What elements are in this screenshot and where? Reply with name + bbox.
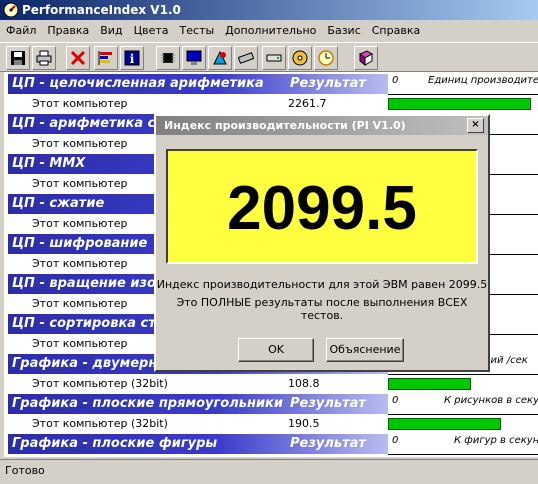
- chip-icon: [161, 53, 175, 63]
- status-bar: Готово: [0, 459, 538, 484]
- completeness-message: Это ПОЛНЫЕ результаты после выполнения В…: [176, 296, 468, 322]
- index-display: 2099.5: [166, 149, 478, 264]
- scale-unit: К рисунков в секу: [444, 395, 538, 406]
- status-text: Готово: [5, 464, 45, 477]
- info-icon: i: [124, 50, 140, 66]
- computer-label: Этот компьютер: [32, 257, 128, 270]
- explanation-button[interactable]: Объяснение: [326, 338, 404, 362]
- dialog-title-bar: Индекс производительности (PI V1.0) ×: [156, 116, 488, 135]
- scale-zero: 0: [392, 75, 399, 86]
- menu-file[interactable]: Файл: [0, 21, 41, 37]
- delete-icon: [70, 50, 86, 66]
- test-header-int: ЦП - целочисленная арифметика Результат: [8, 74, 388, 94]
- save-icon: [11, 51, 25, 65]
- test-title: ЦП - сжатие: [12, 196, 105, 211]
- list-item[interactable]: Этот компьютер (32bit) 190.5: [8, 414, 538, 434]
- graphics-3d-button[interactable]: [208, 46, 232, 70]
- test-header-shapes: Графика - плоские фигуры Результат: [8, 434, 388, 454]
- menu-edit[interactable]: Правка: [41, 21, 94, 37]
- clock-icon: [318, 50, 334, 66]
- disk-test-button[interactable]: [262, 46, 286, 70]
- menu-bar: Файл Правка Вид Цвета Тесты Дополнительно Бази…: [0, 21, 538, 40]
- test-header-rectangles: Графика - плоские прямоугольники Результа…: [8, 394, 388, 414]
- test-title: Графика - плоские фигуры: [12, 436, 218, 451]
- monitor-icon: [186, 50, 202, 65]
- result-label: Результат: [290, 76, 366, 91]
- help-book-button[interactable]: [354, 46, 378, 70]
- cpu-test-button[interactable]: [156, 46, 180, 70]
- dialog-title: Индекс производительности (PI V1.0): [164, 119, 406, 132]
- graphics-icon: [213, 50, 227, 65]
- list-item[interactable]: Этот компьютер 2261.7: [8, 94, 538, 114]
- cd-icon: [292, 50, 308, 66]
- menu-tests[interactable]: Тесты: [174, 21, 220, 37]
- scale-shapes: 0 К фигур в секунд: [388, 434, 538, 455]
- chart-icon: [98, 51, 112, 65]
- memory-icon: [238, 52, 254, 64]
- scale-unit: К фигур в секунд: [454, 435, 538, 446]
- computer-label: Этот компьютер: [32, 217, 128, 230]
- menu-view[interactable]: Вид: [94, 21, 127, 37]
- list-item[interactable]: Этот компьютер (32bit) 108.8: [8, 374, 538, 394]
- test-title: ЦП - целочисленная арифметика: [12, 76, 264, 91]
- menu-baseline[interactable]: Базис: [321, 21, 365, 37]
- test-title: ЦП - шифрование: [12, 236, 148, 251]
- result-value: 190.5: [288, 417, 320, 430]
- computer-label: Этот компьютер: [32, 137, 128, 150]
- result-bar: [388, 378, 471, 390]
- scale-zero: 0: [392, 435, 399, 446]
- window-title: PerformanceIndex V1.0: [22, 3, 181, 17]
- ok-button[interactable]: OK: [238, 338, 314, 362]
- scale-rectangles: 0 К рисунков в секу: [388, 394, 538, 415]
- info-button[interactable]: i: [120, 46, 144, 70]
- scale-int: 0 Единиц производительности: [388, 74, 538, 95]
- save-button[interactable]: [6, 46, 30, 70]
- print-icon: [36, 50, 52, 66]
- scale-unit: ний /сек: [484, 355, 528, 366]
- memory-test-button[interactable]: [234, 46, 258, 70]
- title-bar: PerformanceIndex V1.0: [0, 0, 538, 20]
- svg-text:i: i: [130, 52, 135, 66]
- run-all-button[interactable]: [314, 46, 338, 70]
- computer-label: Этот компьютер (32bit): [32, 417, 168, 430]
- result-bar: [388, 418, 501, 430]
- menu-colors[interactable]: Цвета: [128, 21, 174, 37]
- toolbar: i: [0, 42, 538, 72]
- index-value: 2099.5: [227, 174, 417, 243]
- test-title: ЦП - MMX: [12, 156, 86, 171]
- result-label: Результат: [290, 396, 366, 411]
- book-icon: [359, 50, 373, 66]
- scale-unit: Единиц производительности: [428, 75, 538, 86]
- menu-help[interactable]: Справка: [366, 21, 425, 37]
- delete-button[interactable]: [66, 46, 90, 70]
- computer-label: Этот компьютер: [32, 97, 128, 110]
- print-button[interactable]: [32, 46, 56, 70]
- close-button[interactable]: ×: [467, 118, 484, 133]
- performance-index-dialog: Индекс производительности (PI V1.0) × 20…: [154, 114, 490, 372]
- computer-label: Этот компьютер: [32, 177, 128, 190]
- result-value: 108.8: [288, 377, 320, 390]
- disk-icon: [266, 54, 282, 62]
- result-bar: [388, 98, 531, 110]
- computer-label: Этот компьютер: [32, 337, 128, 350]
- result-label: Результат: [290, 436, 366, 451]
- test-title: Графика - плоские прямоугольники: [12, 396, 283, 411]
- computer-label: Этот компьютер (32bit): [32, 377, 168, 390]
- graphics-2d-button[interactable]: [182, 46, 206, 70]
- result-value: 2261.7: [288, 97, 327, 110]
- cd-test-button[interactable]: [288, 46, 312, 70]
- computer-label: Этот компьютер: [32, 297, 128, 310]
- menu-advanced[interactable]: Дополнительно: [219, 21, 321, 37]
- index-message: Индекс производительности для этой ЭВМ р…: [156, 278, 488, 291]
- scale-zero: 0: [392, 395, 399, 406]
- chart-button[interactable]: [94, 46, 118, 70]
- app-icon: [3, 2, 19, 18]
